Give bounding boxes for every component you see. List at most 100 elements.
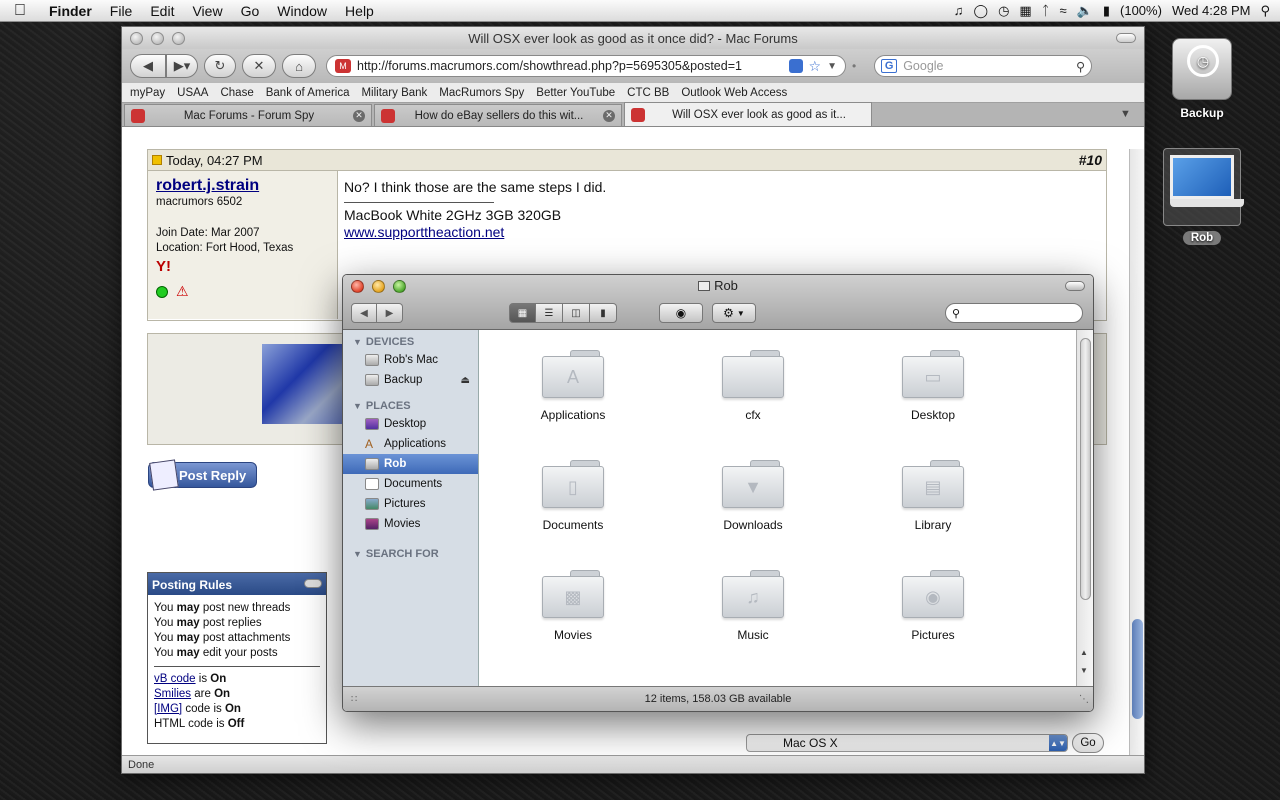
google-icon[interactable]: G <box>881 59 898 73</box>
search-box[interactable]: G Google ⚲ <box>874 55 1093 77</box>
ad-banner-image[interactable] <box>262 344 352 424</box>
scroll-down-icon[interactable]: ▼ <box>1080 666 1088 675</box>
finder-scroll-thumb[interactable] <box>1080 338 1091 600</box>
bookmark-item[interactable]: Outlook Web Access <box>681 87 787 99</box>
tab-close-icon[interactable]: ✕ <box>353 109 365 122</box>
chat-icon[interactable]: ◯ <box>974 3 989 19</box>
sidebar-item-pictures[interactable]: Pictures <box>343 494 478 514</box>
eject-icon[interactable]: ⏏ <box>461 375 470 386</box>
wifi-icon[interactable]: ≈ <box>1060 3 1067 18</box>
tab-ebay[interactable]: How do eBay sellers do this wit... ✕ <box>374 104 622 126</box>
sidebar-item-robs-mac[interactable]: Rob's Mac <box>343 350 478 370</box>
action-menu-button[interactable]: ⚙ ▼ <box>712 303 756 323</box>
sidebar-section-devices[interactable]: ▼ DEVICES <box>343 330 478 350</box>
signature-link[interactable]: www.supporttheaction.net <box>344 224 504 240</box>
back-button[interactable]: ◀ <box>130 54 166 78</box>
sidebar-section-places[interactable]: ▼ PLACES <box>343 394 478 414</box>
sidebar-item-applications[interactable]: A Applications <box>343 434 478 454</box>
apple-menu-icon[interactable]:  <box>0 2 40 20</box>
list-view-button[interactable]: ☰ <box>536 303 563 323</box>
desktop-icon-rob[interactable]: Rob <box>1157 148 1247 245</box>
finder-forward-button[interactable]: ▶ <box>377 303 403 323</box>
folder-library[interactable]: ▤ Library <box>863 460 1003 532</box>
menu-app-name[interactable]: Finder <box>40 3 101 19</box>
finder-search-field[interactable]: ⚲ <box>945 303 1083 323</box>
address-url[interactable]: http://forums.macrumors.com/showthread.p… <box>357 59 783 73</box>
rss-icon[interactable] <box>788 59 803 73</box>
scroll-up-icon[interactable]: ▲ <box>1080 648 1088 657</box>
bookmark-item[interactable]: Bank of America <box>266 87 350 99</box>
folder-pictures[interactable]: ◉ Pictures <box>863 570 1003 642</box>
smilies-link[interactable]: Smilies <box>154 688 191 700</box>
page-scroll-thumb[interactable] <box>1132 619 1143 719</box>
column-view-button[interactable]: ◫ <box>563 303 590 323</box>
sidebar-section-search[interactable]: ▼ SEARCH FOR <box>343 542 478 562</box>
itunes-icon[interactable]: ♫ <box>954 3 964 18</box>
folder-downloads[interactable]: ▼ Downloads <box>683 460 823 532</box>
search-input[interactable]: Google <box>903 59 1070 73</box>
collapse-icon[interactable] <box>304 579 322 588</box>
browser-titlebar[interactable]: Will OSX ever look as good as it once di… <box>122 27 1144 49</box>
folder-music[interactable]: ♫ Music <box>683 570 823 642</box>
post-username[interactable]: robert.j.strain <box>156 177 329 195</box>
battery-icon[interactable]: ▮ <box>1103 3 1110 19</box>
bookmark-star-icon[interactable]: ☆ <box>809 58 822 75</box>
menu-file[interactable]: File <box>101 3 142 19</box>
resize-handle-icon[interactable]: ⋱ <box>1079 694 1089 705</box>
report-post-icon[interactable]: ⚠ <box>176 283 189 300</box>
menu-window[interactable]: Window <box>268 3 336 19</box>
folder-applications[interactable]: A Applications <box>503 350 643 422</box>
finder-toolbar-toggle[interactable] <box>1065 281 1085 291</box>
sidebar-item-rob[interactable]: Rob <box>343 454 478 474</box>
page-scrollbar[interactable] <box>1129 149 1144 757</box>
desktop-icon-backup[interactable]: ◷ Backup <box>1157 38 1247 120</box>
home-button[interactable]: ⌂ <box>282 54 316 78</box>
tab-osx-thread[interactable]: Will OSX ever look as good as it... <box>624 102 872 126</box>
post-number[interactable]: #10 <box>1079 152 1102 168</box>
sidebar-item-desktop[interactable]: Desktop <box>343 414 478 434</box>
finder-toolbar[interactable]: Rob ◀ ▶ ▦ ☰ ◫ ▮ ◉ ⚙ ▼ ⚲ <box>343 275 1093 330</box>
vb-code-link[interactable]: vB code <box>154 673 196 685</box>
bookmark-item[interactable]: Chase <box>220 87 253 99</box>
icon-view-button[interactable]: ▦ <box>509 303 536 323</box>
reload-button[interactable]: ↻ <box>204 54 236 78</box>
img-code-link[interactable]: [IMG] <box>154 703 182 715</box>
folder-cfx[interactable]: cfx <box>683 350 823 422</box>
tab-close-icon[interactable]: ✕ <box>603 109 615 122</box>
sidebar-item-movies[interactable]: Movies <box>343 514 478 534</box>
tab-list-icon[interactable]: ▼ <box>1120 108 1138 122</box>
yahoo-icon[interactable]: Y! <box>156 258 329 275</box>
menu-go[interactable]: Go <box>232 3 269 19</box>
bookmark-item[interactable]: USAA <box>177 87 208 99</box>
tab-forum-spy[interactable]: Mac Forums - Forum Spy ✕ <box>124 104 372 126</box>
address-bar[interactable]: M http://forums.macrumors.com/showthread… <box>326 55 846 77</box>
forward-button[interactable]: ▶▾ <box>166 54 198 78</box>
coverflow-view-button[interactable]: ▮ <box>590 303 617 323</box>
sidebar-item-documents[interactable]: Documents <box>343 474 478 494</box>
volume-icon[interactable]: 🔈 <box>1077 3 1093 19</box>
bookmark-item[interactable]: MacRumors Spy <box>439 87 524 99</box>
bookmark-item[interactable]: Military Bank <box>361 87 427 99</box>
forum-jump-select[interactable]: Mac OS X ▲▼ <box>746 734 1068 752</box>
finder-scrollbar[interactable]: ▲ ▼ <box>1076 330 1093 688</box>
quick-look-button[interactable]: ◉ <box>659 303 703 323</box>
bookmark-item[interactable]: Better YouTube <box>536 87 615 99</box>
menu-view[interactable]: View <box>183 3 231 19</box>
spaces-icon[interactable]: ▦ <box>1019 3 1031 19</box>
stop-button[interactable]: ✕ <box>242 54 276 78</box>
sidebar-grip-icon[interactable]: ∷ <box>351 694 357 705</box>
menu-edit[interactable]: Edit <box>141 3 183 19</box>
post-reply-button[interactable]: Post Reply <box>148 459 258 491</box>
finder-back-button[interactable]: ◀ <box>351 303 377 323</box>
url-dropdown-icon[interactable]: ▼ <box>827 61 837 72</box>
folder-movies[interactable]: ▩ Movies <box>503 570 643 642</box>
toolbar-toggle-button[interactable] <box>1116 33 1136 43</box>
menu-clock[interactable]: Wed 4:28 PM <box>1172 3 1251 18</box>
folder-desktop[interactable]: ▭ Desktop <box>863 350 1003 422</box>
menu-help[interactable]: Help <box>336 3 383 19</box>
bluetooth-icon[interactable]: ᛏ <box>1042 3 1050 18</box>
folder-documents[interactable]: ▯ Documents <box>503 460 643 532</box>
bookmark-item[interactable]: myPay <box>130 87 165 99</box>
bookmark-item[interactable]: CTC BB <box>627 87 669 99</box>
time-machine-icon[interactable]: ◷ <box>998 3 1009 19</box>
